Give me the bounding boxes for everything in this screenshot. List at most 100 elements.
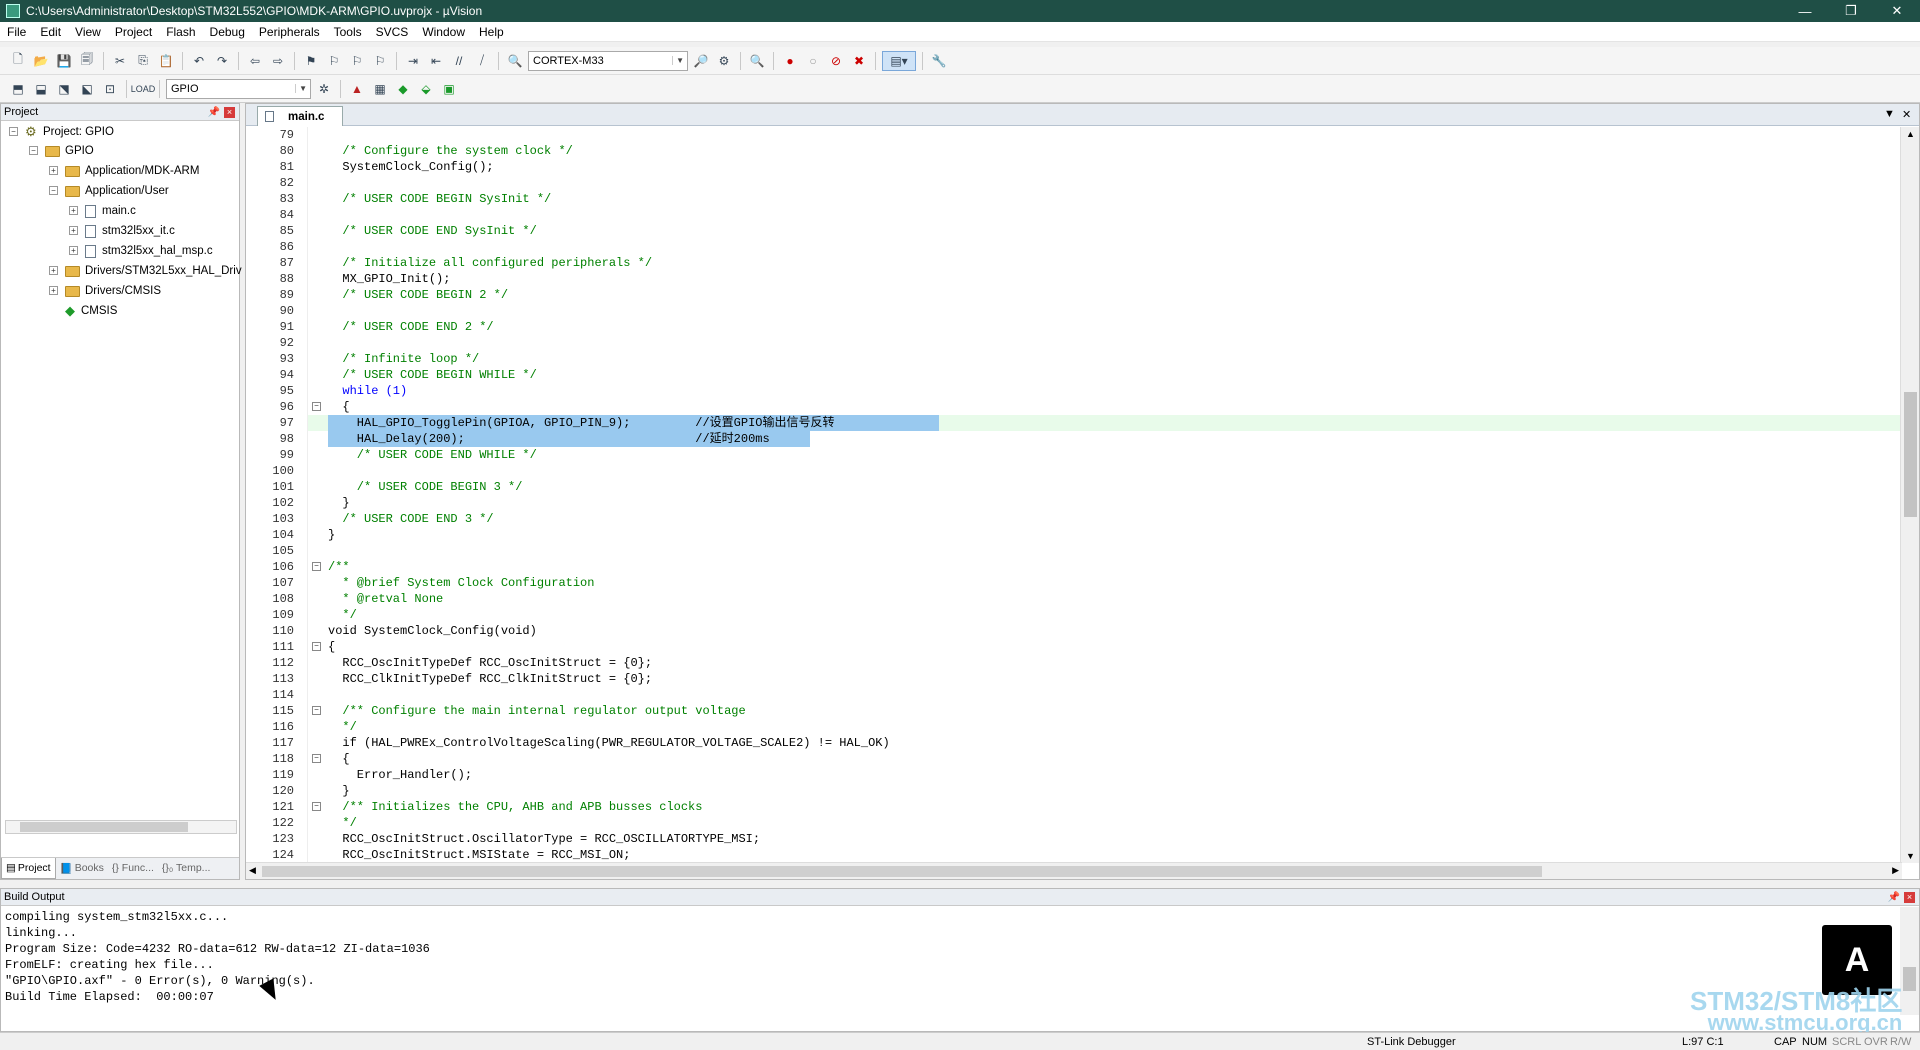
- editor-horizontal-scrollbar[interactable]: ◀ ▶: [246, 862, 1902, 879]
- fold-marker-icon[interactable]: −: [312, 706, 321, 715]
- prev-bookmark-icon[interactable]: ⚐: [324, 51, 344, 71]
- disable-all-breakpoints-icon[interactable]: ⊘: [826, 51, 846, 71]
- menu-help[interactable]: Help: [472, 25, 511, 39]
- menu-svcs[interactable]: SVCS: [369, 25, 416, 39]
- fold-marker-icon[interactable]: −: [312, 754, 321, 763]
- code-line[interactable]: 113 RCC_ClkInitTypeDef RCC_ClkInitStruct…: [246, 671, 1902, 687]
- navigate-back-icon[interactable]: ⇦: [245, 51, 265, 71]
- tab-main-c[interactable]: main.c: [257, 106, 343, 126]
- manage-run-time-environment-icon[interactable]: ◆: [393, 79, 413, 99]
- close-icon[interactable]: ×: [1904, 891, 1915, 903]
- scrollbar-thumb[interactable]: [1904, 392, 1917, 517]
- new-file-icon[interactable]: 🗋: [8, 51, 28, 71]
- unindent-icon[interactable]: ⇤: [426, 51, 446, 71]
- code-line[interactable]: 97 HAL_GPIO_TogglePin(GPIOA, GPIO_PIN_9)…: [246, 415, 1902, 431]
- tree-item-main-c[interactable]: + main.c: [69, 202, 136, 220]
- configure-icon[interactable]: 🔧: [929, 51, 949, 71]
- code-line[interactable]: 96 − {: [246, 399, 1902, 415]
- code-line[interactable]: 85 /* USER CODE END SysInit */: [246, 223, 1902, 239]
- incremental-find-icon[interactable]: ⚙: [714, 51, 734, 71]
- scrollbar-thumb[interactable]: [20, 822, 188, 832]
- menu-file[interactable]: File: [0, 25, 33, 39]
- expand-icon[interactable]: +: [69, 226, 78, 235]
- fold-marker-icon[interactable]: −: [312, 642, 321, 651]
- code-line[interactable]: 116 */: [246, 719, 1902, 735]
- indent-icon[interactable]: ⇥: [403, 51, 423, 71]
- code-line[interactable]: 106 −/**: [246, 559, 1902, 575]
- pack-installer-icon[interactable]: ▣: [439, 79, 459, 99]
- code-line[interactable]: 110 void SystemClock_Config(void): [246, 623, 1902, 639]
- tab-list-dropdown-icon[interactable]: ▼: [1884, 108, 1895, 120]
- code-line[interactable]: 98 HAL_Delay(200); //延时200ms: [246, 431, 1902, 447]
- tree-item-target-gpio[interactable]: − GPIO: [29, 142, 94, 160]
- restore-button[interactable]: ❐: [1828, 0, 1874, 22]
- code-line[interactable]: 103 /* USER CODE END 3 */: [246, 511, 1902, 527]
- code-line[interactable]: 123 RCC_OscInitStruct.OscillatorType = R…: [246, 831, 1902, 847]
- menu-flash[interactable]: Flash: [159, 25, 202, 39]
- tab-books[interactable]: 📘 Books: [56, 858, 108, 879]
- menu-edit[interactable]: Edit: [33, 25, 68, 39]
- menu-tools[interactable]: Tools: [327, 25, 369, 39]
- download-icon[interactable]: LOAD: [131, 79, 156, 99]
- manage-project-items-icon[interactable]: ▲: [347, 79, 367, 99]
- code-line[interactable]: 92: [246, 335, 1902, 351]
- expand-icon[interactable]: +: [49, 166, 58, 175]
- select-software-packs-icon[interactable]: ⬙: [416, 79, 436, 99]
- pin-icon[interactable]: 📌: [1888, 892, 1900, 903]
- fold-marker-icon[interactable]: −: [312, 402, 321, 411]
- batch-build-icon[interactable]: ⬕: [77, 79, 97, 99]
- scrollbar-thumb[interactable]: [262, 866, 1542, 877]
- code-line[interactable]: 121 − /** Initializes the CPU, AHB and AP…: [246, 799, 1902, 815]
- expand-icon[interactable]: +: [69, 246, 78, 255]
- minimize-button[interactable]: —: [1782, 0, 1828, 22]
- target-select[interactable]: GPIO ▼: [166, 78, 311, 99]
- scroll-up-icon[interactable]: ▲: [1906, 129, 1915, 139]
- pin-icon[interactable]: 📌: [208, 107, 220, 118]
- code-line[interactable]: 107 * @brief System Clock Configuration: [246, 575, 1902, 591]
- fold-marker-icon[interactable]: −: [312, 802, 321, 811]
- tree-item-cmsis-component[interactable]: ◆ CMSIS: [65, 302, 117, 320]
- manage-multi-project-icon[interactable]: ▦: [370, 79, 390, 99]
- code-line[interactable]: 120 }: [246, 783, 1902, 799]
- code-line[interactable]: 88 MX_GPIO_Init();: [246, 271, 1902, 287]
- menu-window[interactable]: Window: [415, 25, 472, 39]
- copy-icon[interactable]: ⎘: [133, 51, 153, 71]
- menu-project[interactable]: Project: [108, 25, 159, 39]
- scroll-left-icon[interactable]: ◀: [249, 865, 256, 876]
- clear-bookmarks-icon[interactable]: ⚐: [370, 51, 390, 71]
- code-line[interactable]: 82: [246, 175, 1902, 191]
- code-line[interactable]: 112 RCC_OscInitTypeDef RCC_OscInitStruct…: [246, 655, 1902, 671]
- editor-vertical-scrollbar[interactable]: ▲ ▼: [1900, 127, 1919, 863]
- debug-session-icon[interactable]: 🔍: [747, 51, 767, 71]
- save-icon[interactable]: 💾: [54, 51, 74, 71]
- code-line[interactable]: 111 −{: [246, 639, 1902, 655]
- disable-breakpoint-icon[interactable]: ○: [803, 51, 823, 71]
- device-select[interactable]: CORTEX-M33 ▼: [528, 50, 688, 71]
- window-layout-icon[interactable]: ▤▾: [882, 50, 916, 71]
- bookmark-icon[interactable]: ⚑: [301, 51, 321, 71]
- code-line[interactable]: 89 /* USER CODE BEGIN 2 */: [246, 287, 1902, 303]
- code-line[interactable]: 122 */: [246, 815, 1902, 831]
- code-line[interactable]: 101 /* USER CODE BEGIN 3 */: [246, 479, 1902, 495]
- code-line[interactable]: 114: [246, 687, 1902, 703]
- code-line[interactable]: 79: [246, 127, 1902, 143]
- code-line[interactable]: 118 − {: [246, 751, 1902, 767]
- code-line[interactable]: 104}: [246, 527, 1902, 543]
- close-icon[interactable]: ×: [224, 106, 235, 118]
- code-line[interactable]: 90: [246, 303, 1902, 319]
- tree-item-project[interactable]: − ⚙ Project: GPIO: [9, 123, 114, 141]
- redo-icon[interactable]: ↷: [212, 51, 232, 71]
- open-file-icon[interactable]: 📂: [31, 51, 51, 71]
- tree-item-it-c[interactable]: + stm32l5xx_it.c: [69, 222, 175, 240]
- tree-item-group-mdk-arm[interactable]: + Application/MDK-ARM: [49, 162, 199, 180]
- build-icon[interactable]: ⬓: [31, 79, 51, 99]
- cut-icon[interactable]: ✂: [110, 51, 130, 71]
- tab-templates[interactable]: {}₀ Temp...: [158, 858, 215, 879]
- tab-functions[interactable]: {} Func...: [108, 858, 158, 879]
- find-in-files-icon[interactable]: 🔍: [505, 51, 525, 71]
- menu-view[interactable]: View: [68, 25, 108, 39]
- uncomment-icon[interactable]: ⧸: [472, 51, 492, 71]
- code-line[interactable]: 94 /* USER CODE BEGIN WHILE */: [246, 367, 1902, 383]
- code-line[interactable]: 99 /* USER CODE END WHILE */: [246, 447, 1902, 463]
- code-line[interactable]: 87 /* Initialize all configured peripher…: [246, 255, 1902, 271]
